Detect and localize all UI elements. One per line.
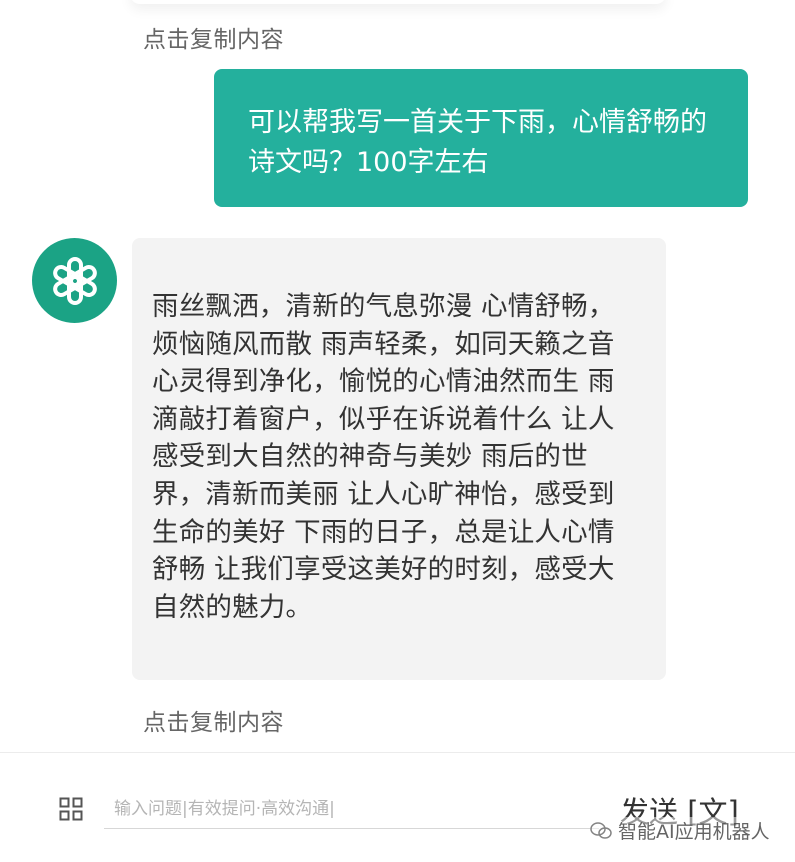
question-input[interactable] <box>104 789 599 829</box>
openai-logo-svg <box>52 256 97 305</box>
assistant-message-bubble: 雨丝飘洒，清新的气息弥漫 心情舒畅，烦恼随风而散 雨声轻柔，如同天籁之音 心灵得… <box>132 238 666 680</box>
copy-content-link-bottom[interactable]: 点击复制内容 <box>143 703 284 737</box>
user-message-bubble: 可以帮我写一首关于下雨，心情舒畅的诗文吗？100字左右 <box>214 69 748 207</box>
input-bar: 发送 [文] 智能AI应用机器人 <box>0 753 795 862</box>
wechat-icon <box>590 821 612 839</box>
copy-content-link-top[interactable]: 点击复制内容 <box>143 20 284 54</box>
user-message-text: 可以帮我写一首关于下雨，心情舒畅的诗文吗？100字左右 <box>248 107 707 178</box>
watermark-text: 智能AI应用机器人 <box>618 821 770 843</box>
previous-message-edge <box>130 0 666 4</box>
openai-logo-icon <box>32 238 117 323</box>
watermark: 智能AI应用机器人 <box>590 817 770 844</box>
grid-icon[interactable] <box>59 797 83 821</box>
assistant-message-text: 雨丝飘洒，清新的气息弥漫 心情舒畅，烦恼随风而散 雨声轻柔，如同天籁之音 心灵得… <box>152 291 615 623</box>
chat-page: 点击复制内容 可以帮我写一首关于下雨，心情舒畅的诗文吗？100字左右 雨丝飘洒，… <box>0 0 795 862</box>
